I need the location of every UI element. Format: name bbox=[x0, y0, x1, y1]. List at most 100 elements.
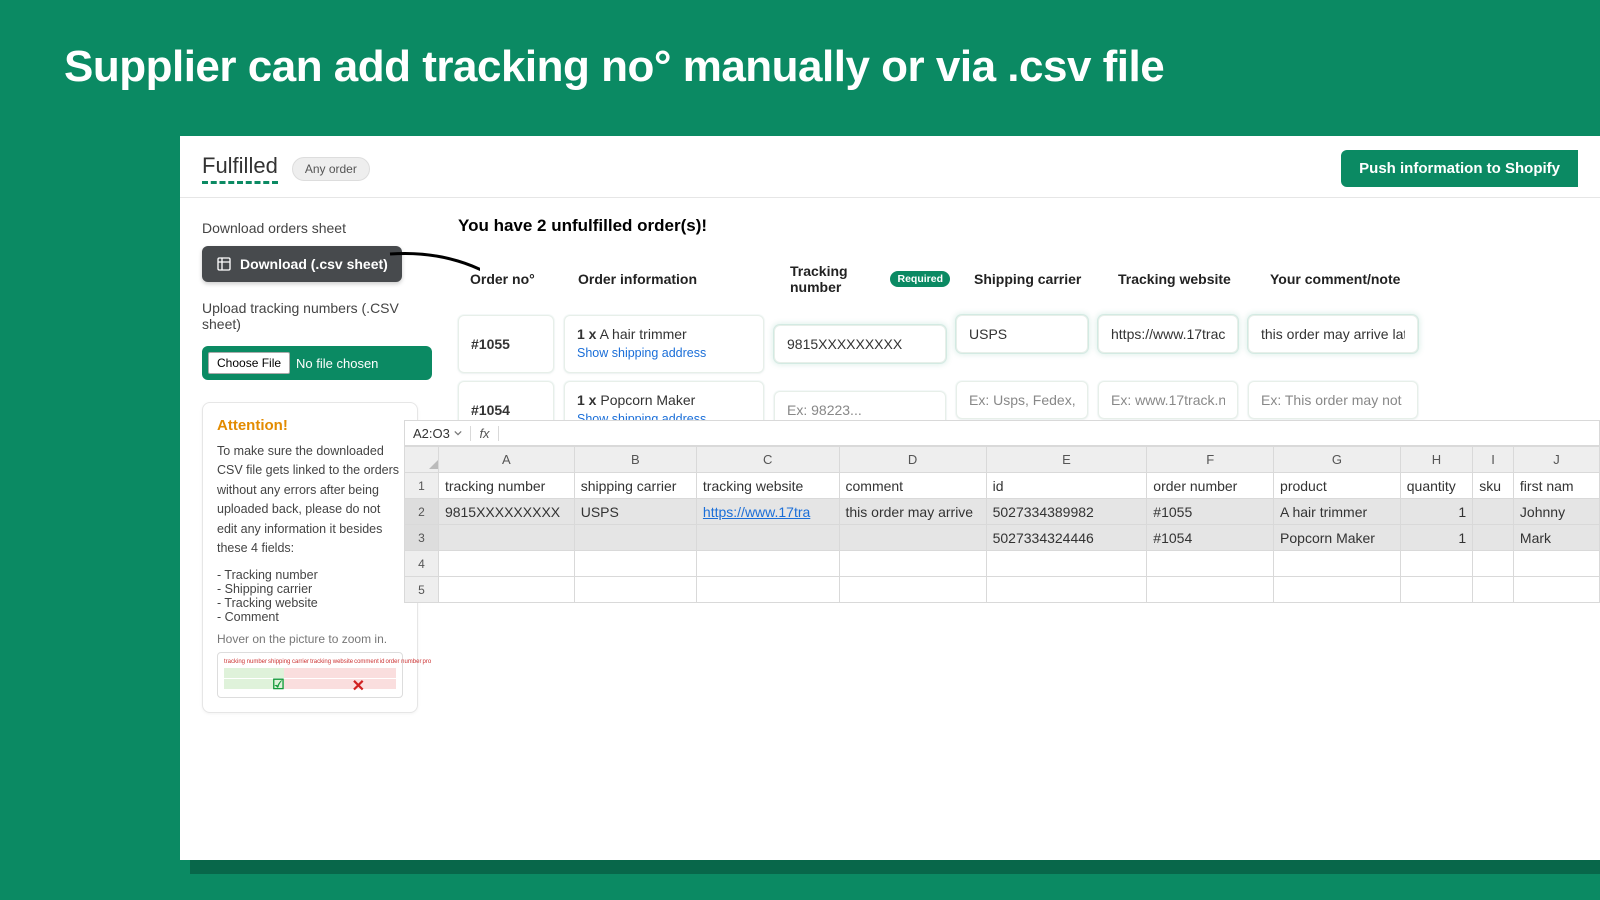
sheet-cell[interactable]: shipping carrier bbox=[574, 473, 696, 499]
sheet-cell[interactable]: quantity bbox=[1400, 473, 1472, 499]
required-badge: Required bbox=[890, 271, 950, 287]
sheet-cell[interactable]: comment bbox=[839, 473, 986, 499]
sheet-cell[interactable] bbox=[1473, 551, 1514, 577]
attention-item: Tracking website bbox=[217, 596, 403, 610]
sheet-cell[interactable]: product bbox=[1274, 473, 1401, 499]
sheet-cell[interactable] bbox=[1400, 551, 1472, 577]
col-header[interactable]: G bbox=[1274, 447, 1401, 473]
note-input[interactable] bbox=[1248, 381, 1418, 419]
sheet-cell[interactable] bbox=[696, 551, 839, 577]
sheet-cell[interactable]: 1 bbox=[1400, 525, 1472, 551]
sheet-cell[interactable]: A hair trimmer bbox=[1274, 499, 1401, 525]
sheet-cell[interactable]: tracking number bbox=[438, 473, 574, 499]
file-input[interactable]: Choose File No file chosen bbox=[202, 346, 432, 380]
attention-list: Tracking number Shipping carrier Trackin… bbox=[217, 568, 403, 624]
sheet-cell[interactable]: Johnny bbox=[1513, 499, 1599, 525]
col-header[interactable]: E bbox=[986, 447, 1147, 473]
spreadsheet-icon bbox=[216, 256, 232, 272]
col-website: Tracking website bbox=[1112, 259, 1252, 299]
check-icon: ☑ bbox=[272, 676, 285, 693]
sheet-cell[interactable]: id bbox=[986, 473, 1147, 499]
sheet-cell[interactable]: Mark bbox=[1513, 525, 1599, 551]
attention-card: Attention! To make sure the downloaded C… bbox=[202, 402, 418, 713]
sheet-cell[interactable]: USPS bbox=[574, 499, 696, 525]
attention-item: Tracking number bbox=[217, 568, 403, 582]
sheet-cell[interactable]: https://www.17tra bbox=[696, 499, 839, 525]
sheet-cell[interactable] bbox=[839, 577, 986, 603]
sheet-cell[interactable] bbox=[1513, 551, 1599, 577]
sheet-cell[interactable]: 9815XXXXXXXXX bbox=[438, 499, 574, 525]
page-headline: Supplier can add tracking no° manually o… bbox=[0, 0, 1600, 92]
spreadsheet: A2:O3 fx ABCDEFGHIJ 1 tracking numbership… bbox=[404, 420, 1600, 603]
col-tracking: Tracking number Required bbox=[784, 251, 956, 307]
sheet-cell[interactable] bbox=[1513, 577, 1599, 603]
sheet-table[interactable]: ABCDEFGHIJ 1 tracking numbershipping carr… bbox=[404, 446, 1600, 603]
col-header[interactable]: B bbox=[574, 447, 696, 473]
x-icon: ✕ bbox=[352, 676, 365, 696]
sheet-cell[interactable]: #1054 bbox=[1147, 525, 1274, 551]
sheet-cell[interactable] bbox=[1274, 551, 1401, 577]
chevron-down-icon bbox=[454, 429, 462, 437]
download-csv-button[interactable]: Download (.csv sheet) bbox=[202, 246, 402, 282]
col-header[interactable]: C bbox=[696, 447, 839, 473]
sheet-cell[interactable] bbox=[574, 525, 696, 551]
sheet-cell[interactable] bbox=[986, 577, 1147, 603]
sheet-cell[interactable]: 1 bbox=[1400, 499, 1472, 525]
sheet-cell[interactable] bbox=[438, 551, 574, 577]
sheet-cell[interactable] bbox=[1147, 551, 1274, 577]
choose-file-button[interactable]: Choose File bbox=[208, 352, 290, 374]
tab-fulfilled[interactable]: Fulfilled bbox=[202, 153, 278, 184]
sheet-cell[interactable]: order number bbox=[1147, 473, 1274, 499]
col-header[interactable]: H bbox=[1400, 447, 1472, 473]
carrier-input[interactable] bbox=[956, 315, 1088, 353]
sheet-cell[interactable] bbox=[1274, 577, 1401, 603]
website-input[interactable] bbox=[1098, 381, 1238, 419]
push-to-shopify-button[interactable]: Push information to Shopify bbox=[1341, 150, 1578, 187]
sheet-cell[interactable] bbox=[574, 577, 696, 603]
table-header: Order no° Order information Tracking num… bbox=[458, 251, 1498, 307]
show-shipping-link[interactable]: Show shipping address bbox=[577, 346, 751, 360]
col-header[interactable]: F bbox=[1147, 447, 1274, 473]
website-input[interactable] bbox=[1098, 315, 1238, 353]
order-row: #1055 1 x A hair trimmer Show shipping a… bbox=[458, 315, 1498, 373]
sheet-cell[interactable]: Popcorn Maker bbox=[1274, 525, 1401, 551]
sheet-cell[interactable] bbox=[438, 577, 574, 603]
name-box[interactable]: A2:O3 bbox=[405, 426, 471, 441]
note-input[interactable] bbox=[1248, 315, 1418, 353]
sheet-cell[interactable] bbox=[1473, 577, 1514, 603]
sheet-cell[interactable] bbox=[839, 551, 986, 577]
carrier-input[interactable] bbox=[956, 381, 1088, 419]
tab-any-order[interactable]: Any order bbox=[292, 157, 370, 181]
col-header[interactable]: D bbox=[839, 447, 986, 473]
sheet-cell[interactable]: first nam bbox=[1513, 473, 1599, 499]
sheet-cell[interactable] bbox=[1400, 577, 1472, 603]
sheet-cell[interactable]: 5027334324446 bbox=[986, 525, 1147, 551]
sheet-cell[interactable] bbox=[696, 525, 839, 551]
sheet-cell[interactable] bbox=[1473, 499, 1514, 525]
sheet-cell[interactable] bbox=[574, 551, 696, 577]
sheet-cell[interactable] bbox=[1473, 525, 1514, 551]
sheet-cell[interactable]: this order may arrive bbox=[839, 499, 986, 525]
tracking-input[interactable] bbox=[774, 325, 946, 363]
sheet-cell[interactable] bbox=[839, 525, 986, 551]
sheet-cell[interactable]: #1055 bbox=[1147, 499, 1274, 525]
col-header[interactable]: I bbox=[1473, 447, 1514, 473]
sheet-cell[interactable]: tracking website bbox=[696, 473, 839, 499]
sheet-cell[interactable]: sku bbox=[1473, 473, 1514, 499]
formula-bar[interactable]: A2:O3 fx bbox=[404, 420, 1600, 446]
file-status: No file chosen bbox=[296, 356, 378, 371]
select-all-corner[interactable] bbox=[411, 449, 438, 471]
sheet-cell[interactable] bbox=[696, 577, 839, 603]
sidebar: Download orders sheet Download (.csv she… bbox=[180, 198, 438, 713]
thumbnail-preview[interactable]: tracking number shipping carrier trackin… bbox=[217, 652, 403, 698]
attention-item: Shipping carrier bbox=[217, 582, 403, 596]
col-header[interactable]: A bbox=[438, 447, 574, 473]
sheet-cell[interactable]: 5027334389982 bbox=[986, 499, 1147, 525]
sheet-cell[interactable] bbox=[1147, 577, 1274, 603]
attention-text: To make sure the downloaded CSV file get… bbox=[217, 442, 403, 558]
col-note: Your comment/note bbox=[1264, 259, 1434, 299]
sheet-cell[interactable] bbox=[438, 525, 574, 551]
app-window: Fulfilled Any order Push information to … bbox=[180, 136, 1600, 860]
sheet-cell[interactable] bbox=[986, 551, 1147, 577]
col-header[interactable]: J bbox=[1513, 447, 1599, 473]
